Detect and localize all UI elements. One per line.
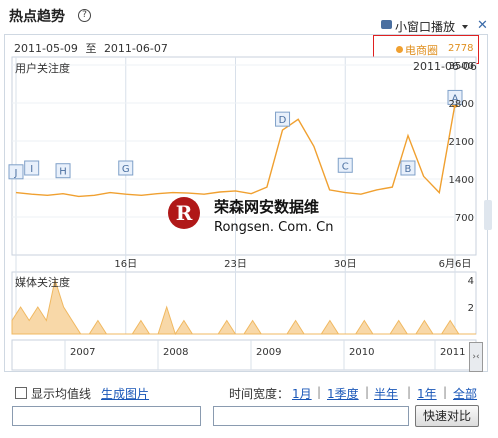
range-halfyear[interactable]: 半年 [374,385,398,402]
generate-image-link[interactable]: 生成图片 [101,385,149,402]
help-circle-icon[interactable]: ? [78,9,91,22]
compare-input-1[interactable] [12,406,201,426]
end-date: 2011-06-07 [103,42,168,55]
time-width-label: 时间宽度： [229,387,290,401]
page-title: 热点趋势 [9,9,65,25]
compare-input-2[interactable] [213,406,409,426]
range-sep-1: | [317,385,322,399]
overview-right-handle[interactable]: ›‹ [469,342,483,372]
watermark-logo: R [168,197,200,229]
quick-compare-button[interactable]: 快速对比 [415,405,479,427]
corner-date: 2011-06-06 [413,60,477,73]
close-icon[interactable]: ✕ [477,18,488,33]
right-scroll-handle[interactable] [484,200,492,230]
range-sep-3: | [407,385,412,399]
show-avg-checkbox[interactable] [15,387,27,399]
media-attention-title: 媒体关注度 [15,276,70,289]
range-1year[interactable]: 1年 [417,385,437,402]
legend-dot [396,46,403,53]
date-range: 2011-05-09 至 2011-06-07 [14,40,168,56]
caret-down-icon[interactable] [462,25,468,29]
watermark-url: Rongsen. Com. Cn [214,220,334,235]
show-avg-label: 显示均值线 [31,387,92,401]
range-sep-2: | [365,385,370,399]
range-1quarter[interactable]: 1季度 [327,385,359,402]
start-date: 2011-05-09 [14,42,78,55]
range-1month[interactable]: 1月 [292,385,312,402]
tv-icon[interactable] [381,20,392,29]
watermark-brand: 荣森网安数据维 [214,198,320,216]
range-sep-4: | [443,385,448,399]
mini-window-label[interactable]: 小窗口播放 [395,18,455,35]
range-separator: 至 [85,42,97,55]
user-attention-title: 用户关注度 [15,62,70,75]
legend-name: 电商圈 [405,44,438,57]
range-all[interactable]: 全部 [453,385,477,402]
legend-value: 2778 [448,43,474,54]
